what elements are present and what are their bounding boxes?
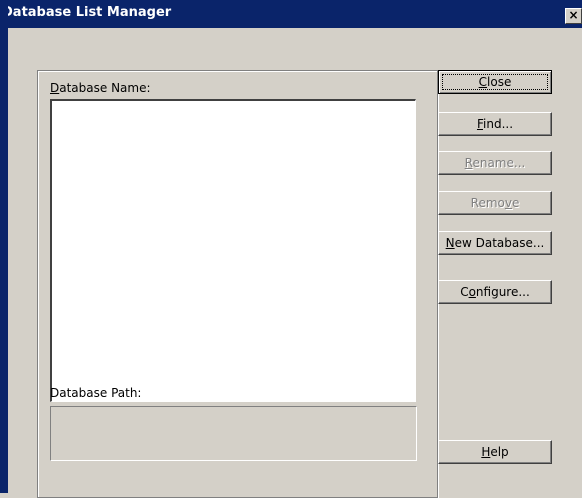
- help-button-label: Help: [481, 445, 509, 459]
- find-button[interactable]: Find...: [438, 112, 552, 136]
- database-name-label-rest: atabase Name:: [59, 81, 151, 95]
- new-database-button[interactable]: New Database...: [438, 231, 552, 255]
- rename-button-label: Rename...: [464, 156, 526, 170]
- configure-button[interactable]: Configure...: [438, 280, 552, 304]
- database-path-field: [50, 406, 417, 461]
- remove-button-label: Remove: [470, 196, 520, 210]
- window-title: Database List Manager: [2, 5, 172, 20]
- title-bar[interactable]: Database List Manager ×: [0, 0, 582, 28]
- database-name-label-mnemonic: D: [50, 81, 60, 95]
- database-name-label: Database Name:: [50, 81, 151, 95]
- close-button-label: Close: [478, 75, 512, 89]
- rename-button[interactable]: Rename...: [438, 151, 552, 175]
- close-button[interactable]: Close: [438, 70, 552, 94]
- window-left-edge: [0, 0, 8, 493]
- close-window-button[interactable]: ×: [565, 8, 582, 24]
- dialog-client-area: Database Name: Database Path: Close Find…: [8, 28, 582, 498]
- find-button-label: Find...: [476, 117, 514, 131]
- database-path-label: Database Path:: [50, 386, 142, 400]
- close-icon: ×: [568, 8, 579, 22]
- new-database-button-label: New Database...: [445, 236, 545, 250]
- database-name-listbox[interactable]: [50, 99, 416, 402]
- remove-button[interactable]: Remove: [438, 191, 552, 215]
- configure-button-label: Configure...: [460, 285, 530, 299]
- database-list-manager-window: Database List Manager × Database Name: D…: [0, 0, 582, 498]
- help-button[interactable]: Help: [438, 440, 552, 464]
